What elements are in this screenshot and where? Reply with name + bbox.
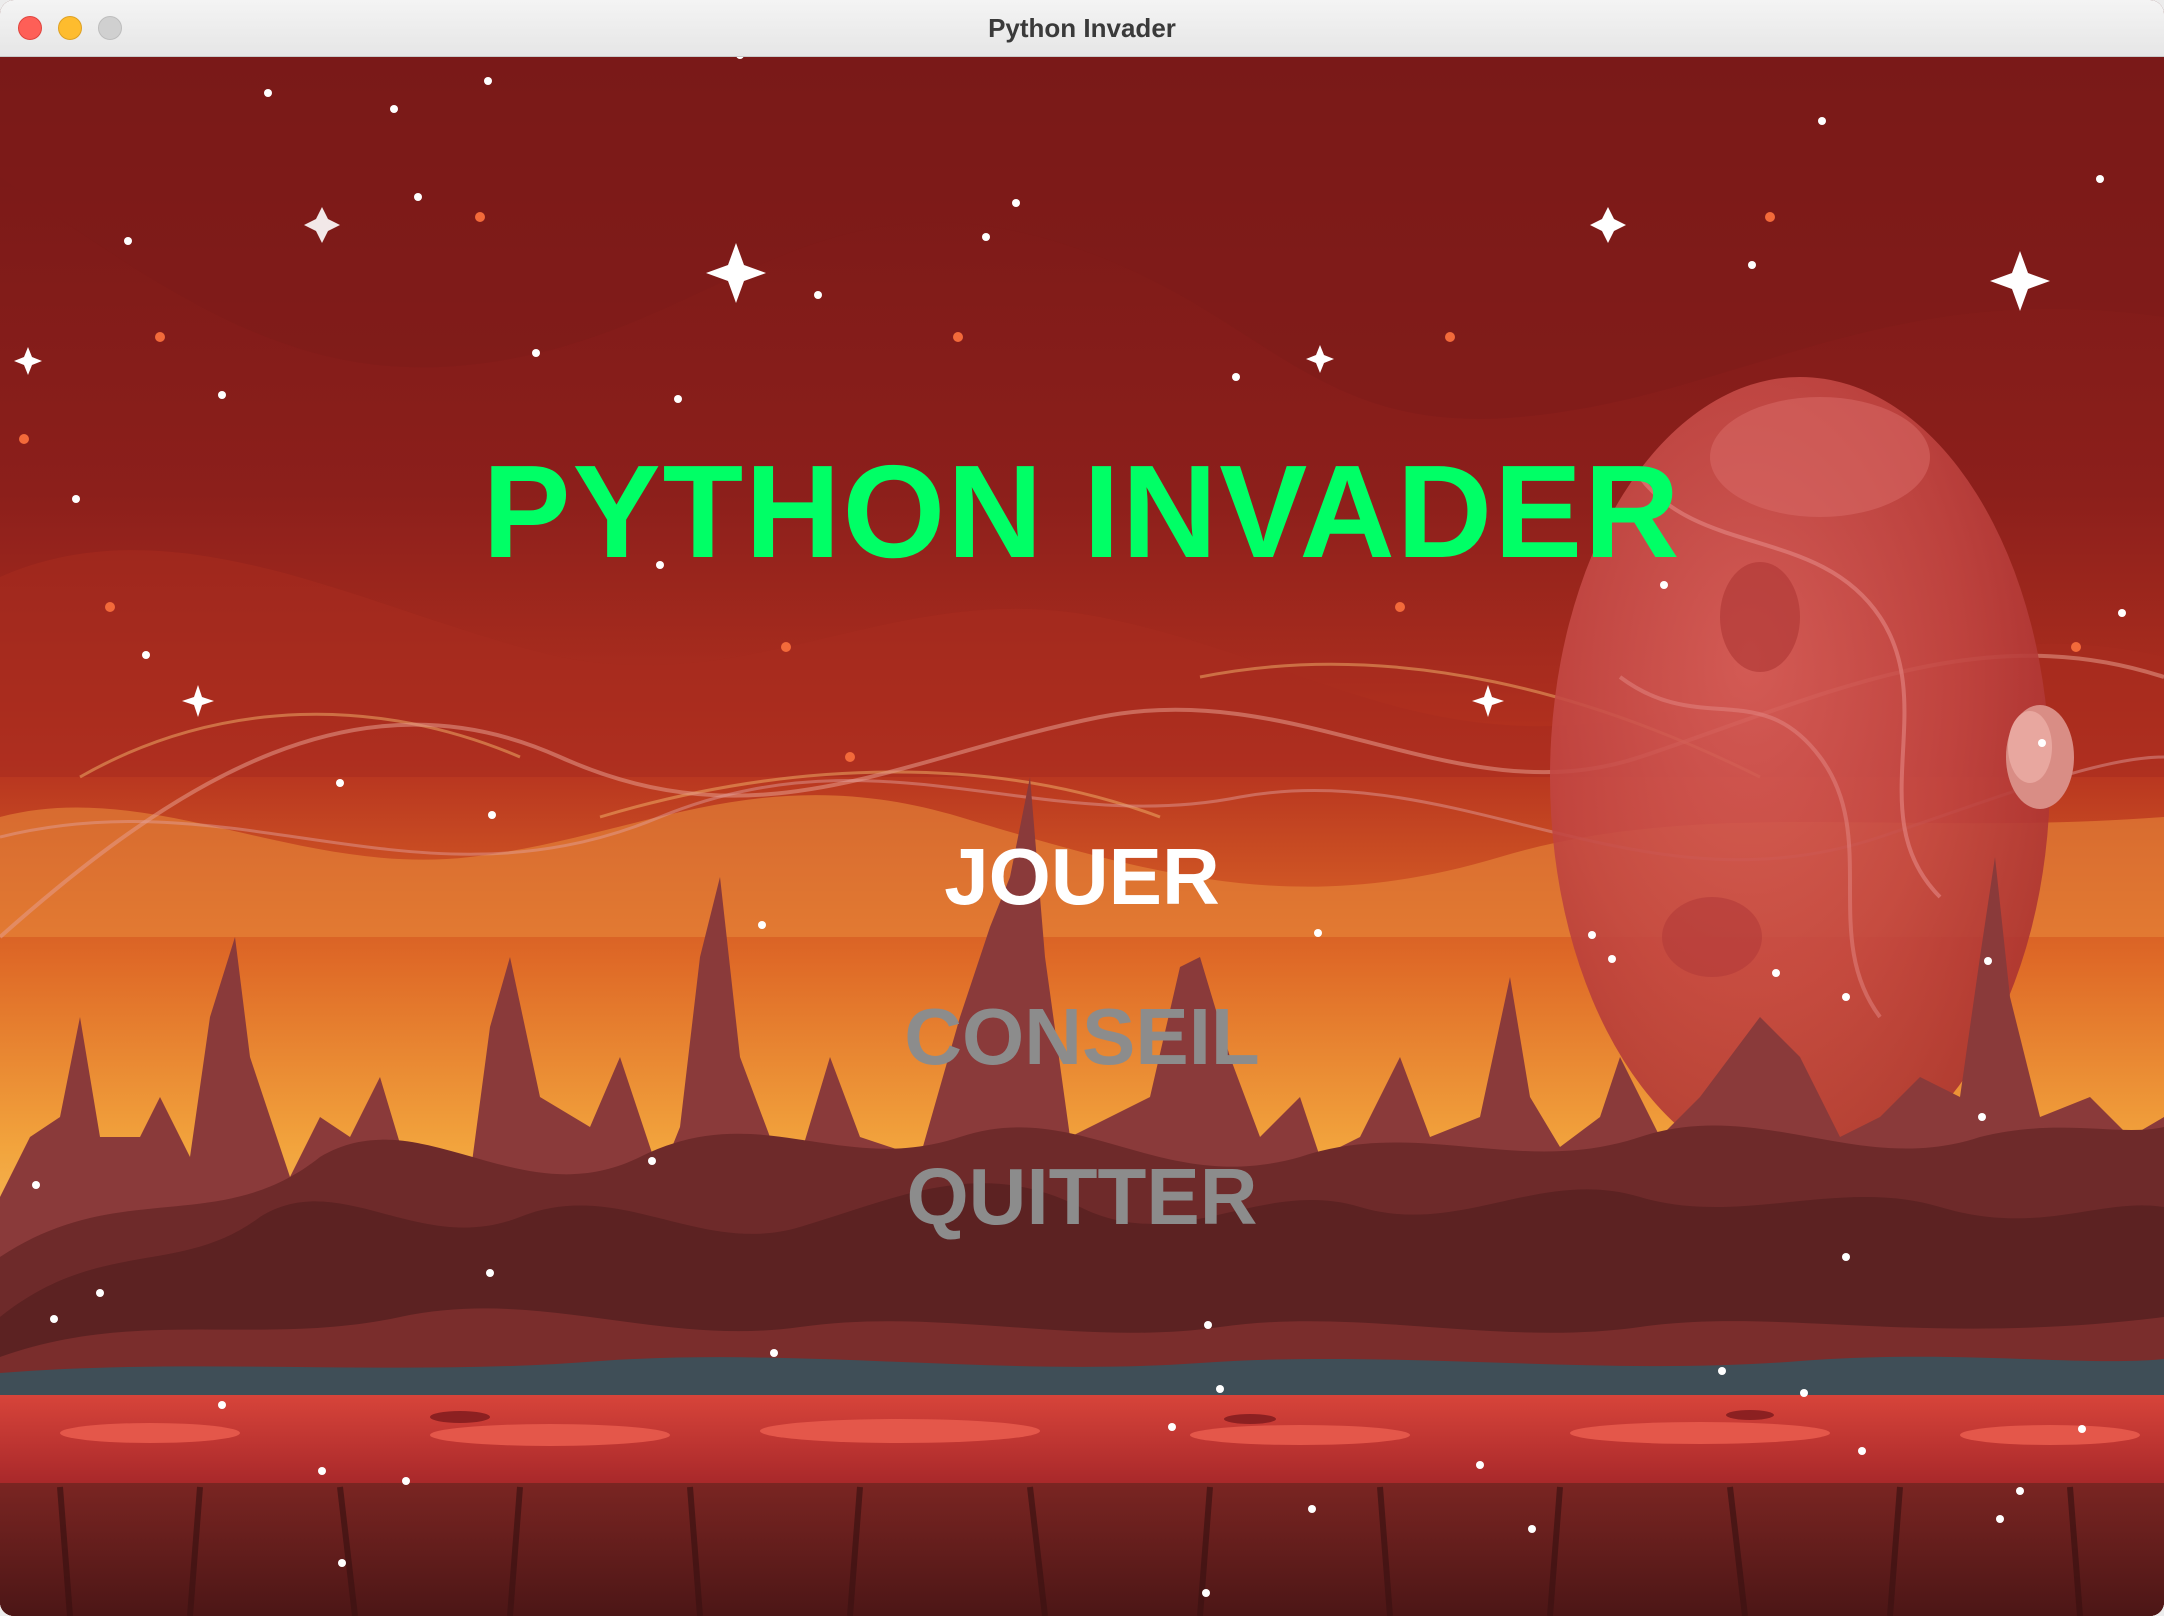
- app-window: Python Invader PYTHON INVADER JOUER CONS…: [0, 0, 2164, 1616]
- window-title: Python Invader: [988, 13, 1176, 43]
- game-title: PYTHON INVADER: [482, 438, 1682, 585]
- menu-quit-button[interactable]: QUITTER: [0, 1147, 2164, 1247]
- window-titlebar[interactable]: Python Invader: [0, 0, 2164, 57]
- game-canvas[interactable]: PYTHON INVADER JOUER CONSEIL QUITTER: [0, 57, 2164, 1616]
- menu-tips-button[interactable]: CONSEIL: [0, 987, 2164, 1087]
- menu-play-button[interactable]: JOUER: [0, 827, 2164, 927]
